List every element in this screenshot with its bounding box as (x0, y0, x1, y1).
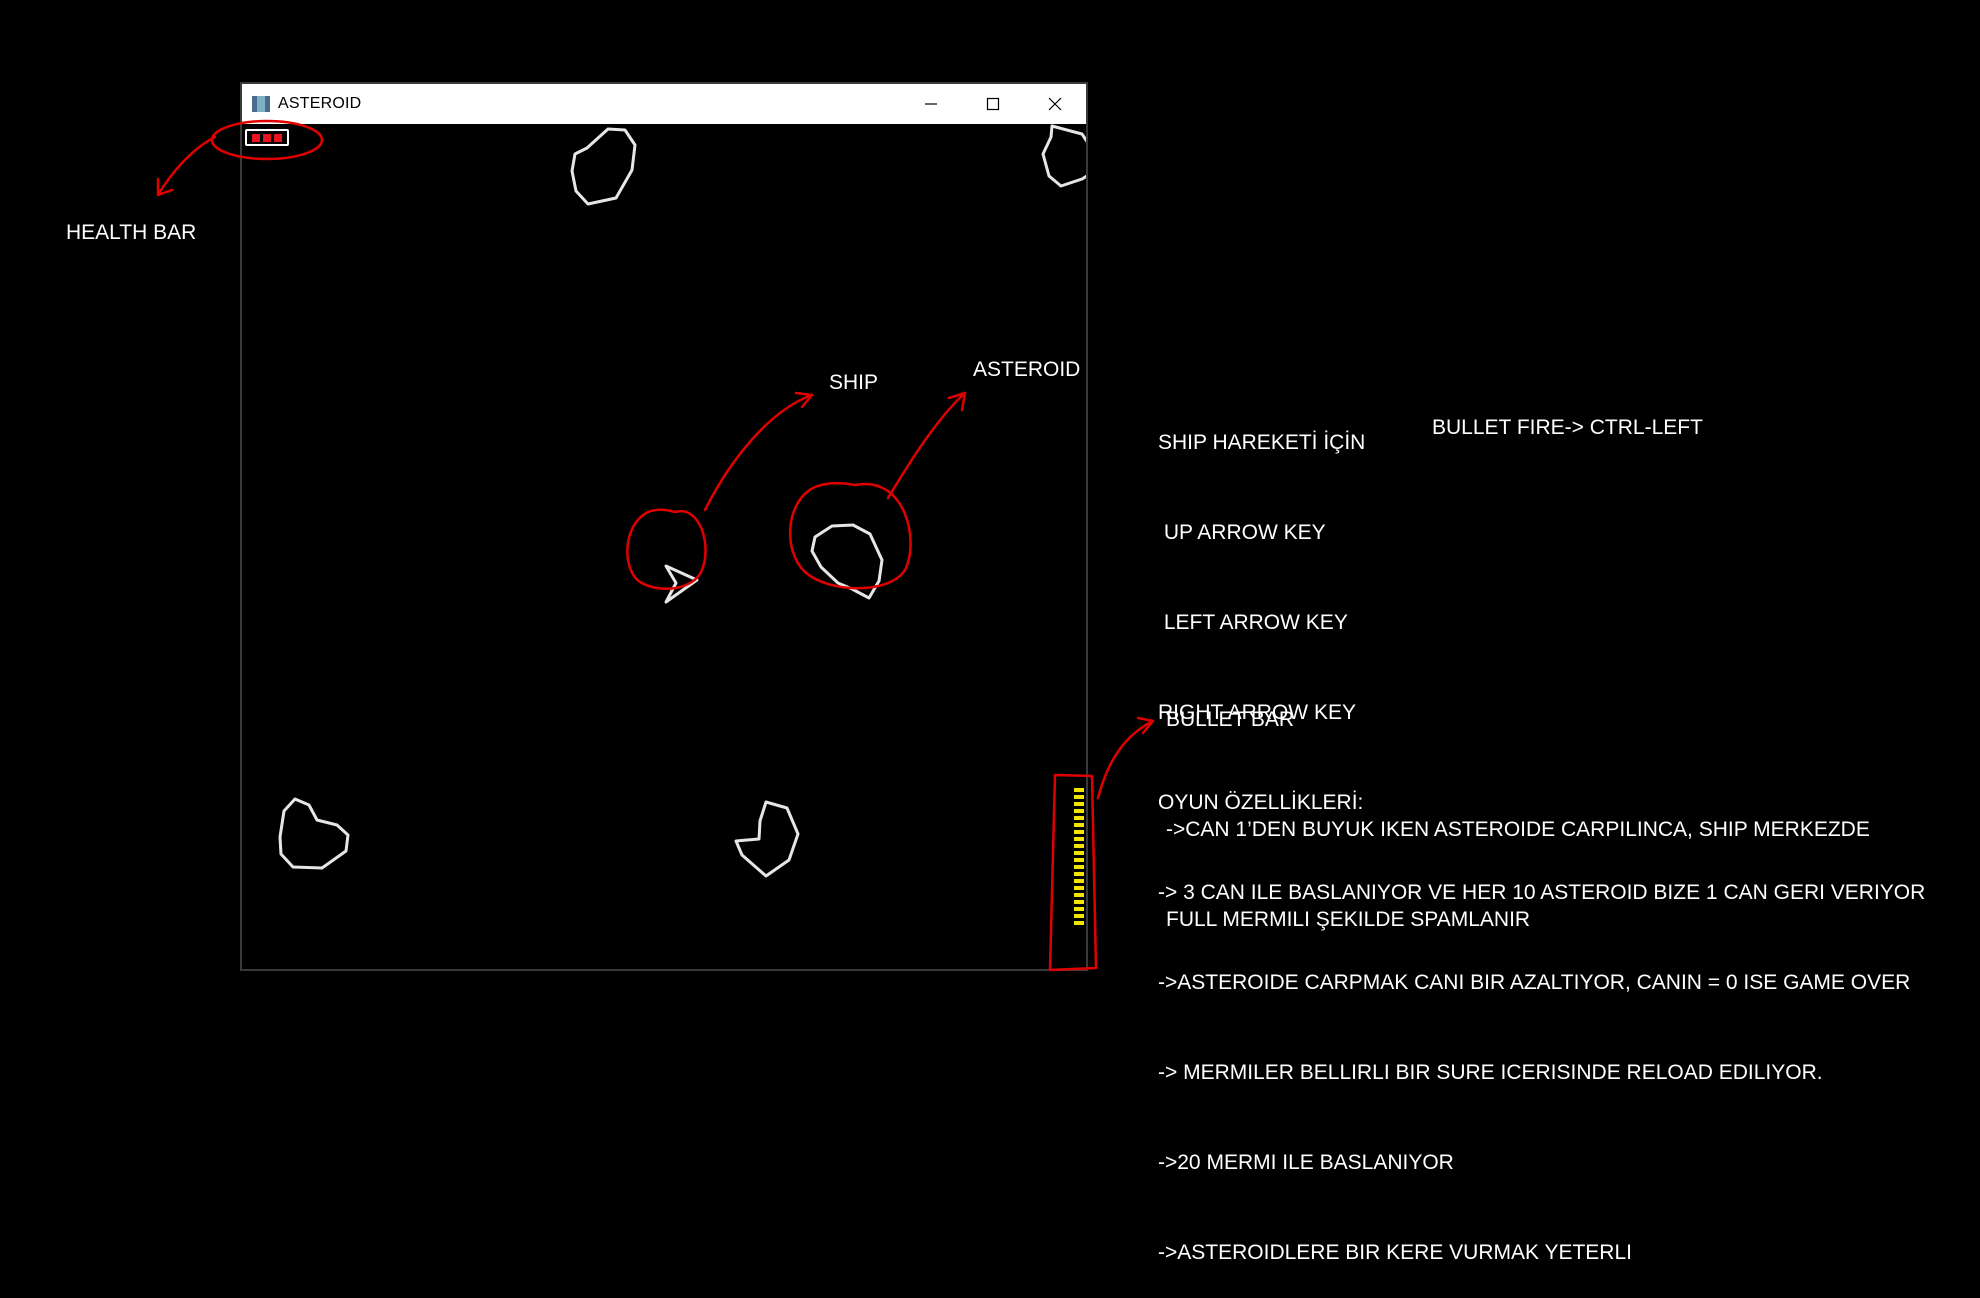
bullet-cell (1074, 879, 1084, 883)
bullet-cell (1074, 837, 1084, 841)
bullet-bar-arrow (1096, 719, 1155, 800)
asteroid (1041, 124, 1086, 188)
game-scene (278, 124, 1086, 878)
bullet-cell (1074, 816, 1084, 820)
bullet-cell (1074, 795, 1084, 799)
bullet-cell (1074, 914, 1084, 918)
asteroid (278, 797, 350, 870)
maximize-button[interactable] (962, 84, 1024, 124)
maximize-icon (986, 97, 1000, 111)
game-canvas[interactable] (242, 124, 1086, 969)
health-bar-arrowhead (156, 177, 174, 197)
window-title: ASTEROID (278, 95, 362, 112)
title-bar[interactable]: ASTEROID (242, 84, 1086, 124)
minimize-button[interactable] (900, 84, 962, 124)
bullet-cell (1074, 921, 1084, 925)
bullet-cell (1074, 893, 1084, 897)
bullet-bar (1074, 788, 1084, 925)
note-line: RIGHT ARROW KEY (1158, 701, 1356, 724)
health-bar-arrow (156, 135, 217, 197)
note-line: ->ASTEROIDE CARPMAK CANI BIR AZALTIYOR, … (1158, 971, 1911, 994)
bullet-cell (1074, 851, 1084, 855)
close-icon (1048, 97, 1062, 111)
bullet-cell (1074, 872, 1084, 876)
note-line: FULL MERMILI ŞEKILDE SPAMLANIR (1166, 908, 1531, 931)
bullet-cell (1074, 907, 1084, 911)
bullet-cell (1074, 844, 1084, 848)
note-line: ->20 MERMI ILE BASLANIYOR (1158, 1151, 1454, 1174)
asteroid (570, 127, 637, 206)
asteroid (734, 800, 800, 878)
bullet-cell (1074, 900, 1084, 904)
health-bar-label: HEALTH BAR (66, 221, 197, 244)
bullet-cell (1074, 886, 1084, 890)
game-window: ASTEROID (240, 82, 1088, 971)
ship-label: SHIP (829, 371, 879, 394)
minimize-icon (925, 103, 937, 105)
note-line: UP ARROW KEY (1158, 521, 1326, 544)
asteroid-label: ASTEROID (973, 358, 1081, 381)
bullet-cell (1074, 858, 1084, 862)
ship (664, 564, 699, 604)
note-line: ->ASTEROIDLERE BIR KERE VURMAK YETERLI (1158, 1241, 1632, 1264)
bullet-cell (1074, 823, 1084, 827)
asteroid (810, 523, 884, 600)
bullet-cell (1074, 802, 1084, 806)
respawn-note: ->CAN 1’DEN BUYUK IKEN ASTEROIDE CARPILI… (1166, 755, 1870, 965)
app-icon (252, 96, 270, 112)
close-button[interactable] (1024, 84, 1086, 124)
bullet-cell (1074, 788, 1084, 792)
note-line: -> MERMILER BELLIRLI BIR SURE ICERISINDE… (1158, 1061, 1823, 1084)
bullet-cell (1074, 809, 1084, 813)
bullet-cell (1074, 865, 1084, 869)
bullet-cell (1074, 830, 1084, 834)
note-line: SHIP HAREKETİ İÇİN (1158, 431, 1366, 454)
note-line: ->CAN 1’DEN BUYUK IKEN ASTEROIDE CARPILI… (1166, 818, 1870, 841)
note-line: LEFT ARROW KEY (1158, 611, 1348, 634)
bullet-bar-arrowhead (1136, 716, 1155, 735)
